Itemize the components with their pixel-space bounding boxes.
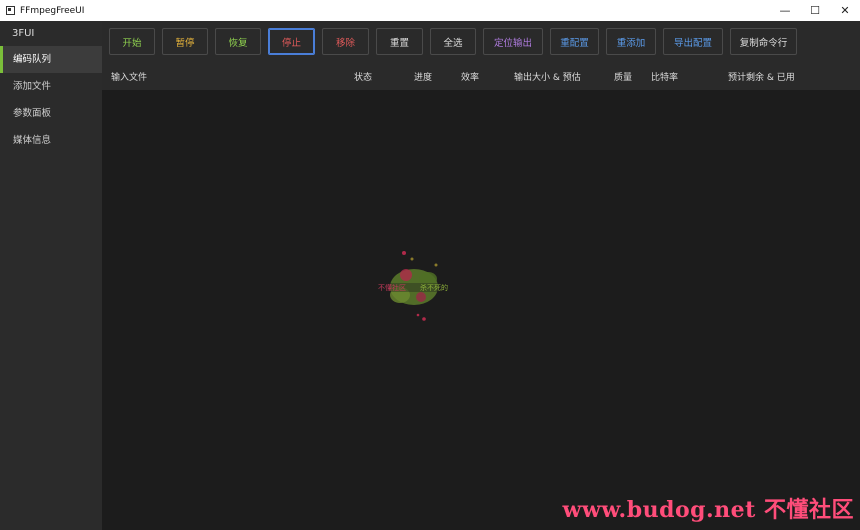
remove-button[interactable]: 移除 <box>322 28 369 55</box>
app-brand: 3FUI <box>12 28 35 39</box>
reconfigure-button[interactable]: 重配置 <box>550 28 599 55</box>
splash-logo-text-right: 杀不死的 <box>420 283 448 292</box>
re-add-button[interactable]: 重添加 <box>606 28 656 55</box>
toolbar: 开始 暂停 恢复 停止 移除 重置 全选 定位输出 重配置 重添加 导出配置 复… <box>102 21 860 61</box>
start-button[interactable]: 开始 <box>109 28 155 55</box>
minimize-button[interactable]: — <box>770 0 800 21</box>
column-status[interactable]: 状态 <box>354 70 372 83</box>
title-bar: FFmpegFreeUI — ☐ ✕ <box>0 0 860 21</box>
column-remaining[interactable]: 预计剩余 & 已用 <box>728 70 795 83</box>
window-controls: — ☐ ✕ <box>770 0 860 21</box>
copy-command-button[interactable]: 复制命令行 <box>730 28 797 55</box>
column-bitrate[interactable]: 比特率 <box>651 70 678 83</box>
queue-list <box>102 90 860 530</box>
main-panel: 开始 暂停 恢复 停止 移除 重置 全选 定位输出 重配置 重添加 导出配置 复… <box>102 21 860 530</box>
reset-button[interactable]: 重置 <box>376 28 423 55</box>
column-input-file[interactable]: 输入文件 <box>111 70 147 83</box>
sidebar-item-encode-queue[interactable]: 编码队列 <box>0 46 102 73</box>
column-output-size[interactable]: 输出大小 & 预估 <box>514 70 581 83</box>
queue-table-header: 输入文件 状态 进度 效率 输出大小 & 预估 质量 比特率 预计剩余 & 已用 <box>102 61 860 90</box>
sidebar: 3FUI 编码队列 添加文件 参数面板 媒体信息 <box>0 21 102 530</box>
sidebar-item-params-panel[interactable]: 参数面板 <box>0 100 102 127</box>
maximize-button[interactable]: ☐ <box>800 0 830 21</box>
sidebar-item-media-info[interactable]: 媒体信息 <box>0 127 102 154</box>
locate-output-button[interactable]: 定位输出 <box>483 28 543 55</box>
sidebar-item-add-files[interactable]: 添加文件 <box>0 73 102 100</box>
column-quality[interactable]: 质量 <box>614 70 632 83</box>
close-button[interactable]: ✕ <box>830 0 860 21</box>
app-icon <box>6 6 15 15</box>
splash-logo-text-left: 不懂社区 <box>378 283 406 292</box>
window-title: FFmpegFreeUI <box>20 5 85 16</box>
splash-logo: 不懂社区 杀不死的 <box>377 251 452 321</box>
stop-button[interactable]: 停止 <box>268 28 315 55</box>
column-efficiency[interactable]: 效率 <box>461 70 479 83</box>
select-all-button[interactable]: 全选 <box>430 28 476 55</box>
column-progress[interactable]: 进度 <box>414 70 432 83</box>
resume-button[interactable]: 恢复 <box>215 28 261 55</box>
pause-button[interactable]: 暂停 <box>162 28 208 55</box>
site-watermark: www.budog.net 不懂社区 <box>562 497 854 523</box>
export-config-button[interactable]: 导出配置 <box>663 28 723 55</box>
